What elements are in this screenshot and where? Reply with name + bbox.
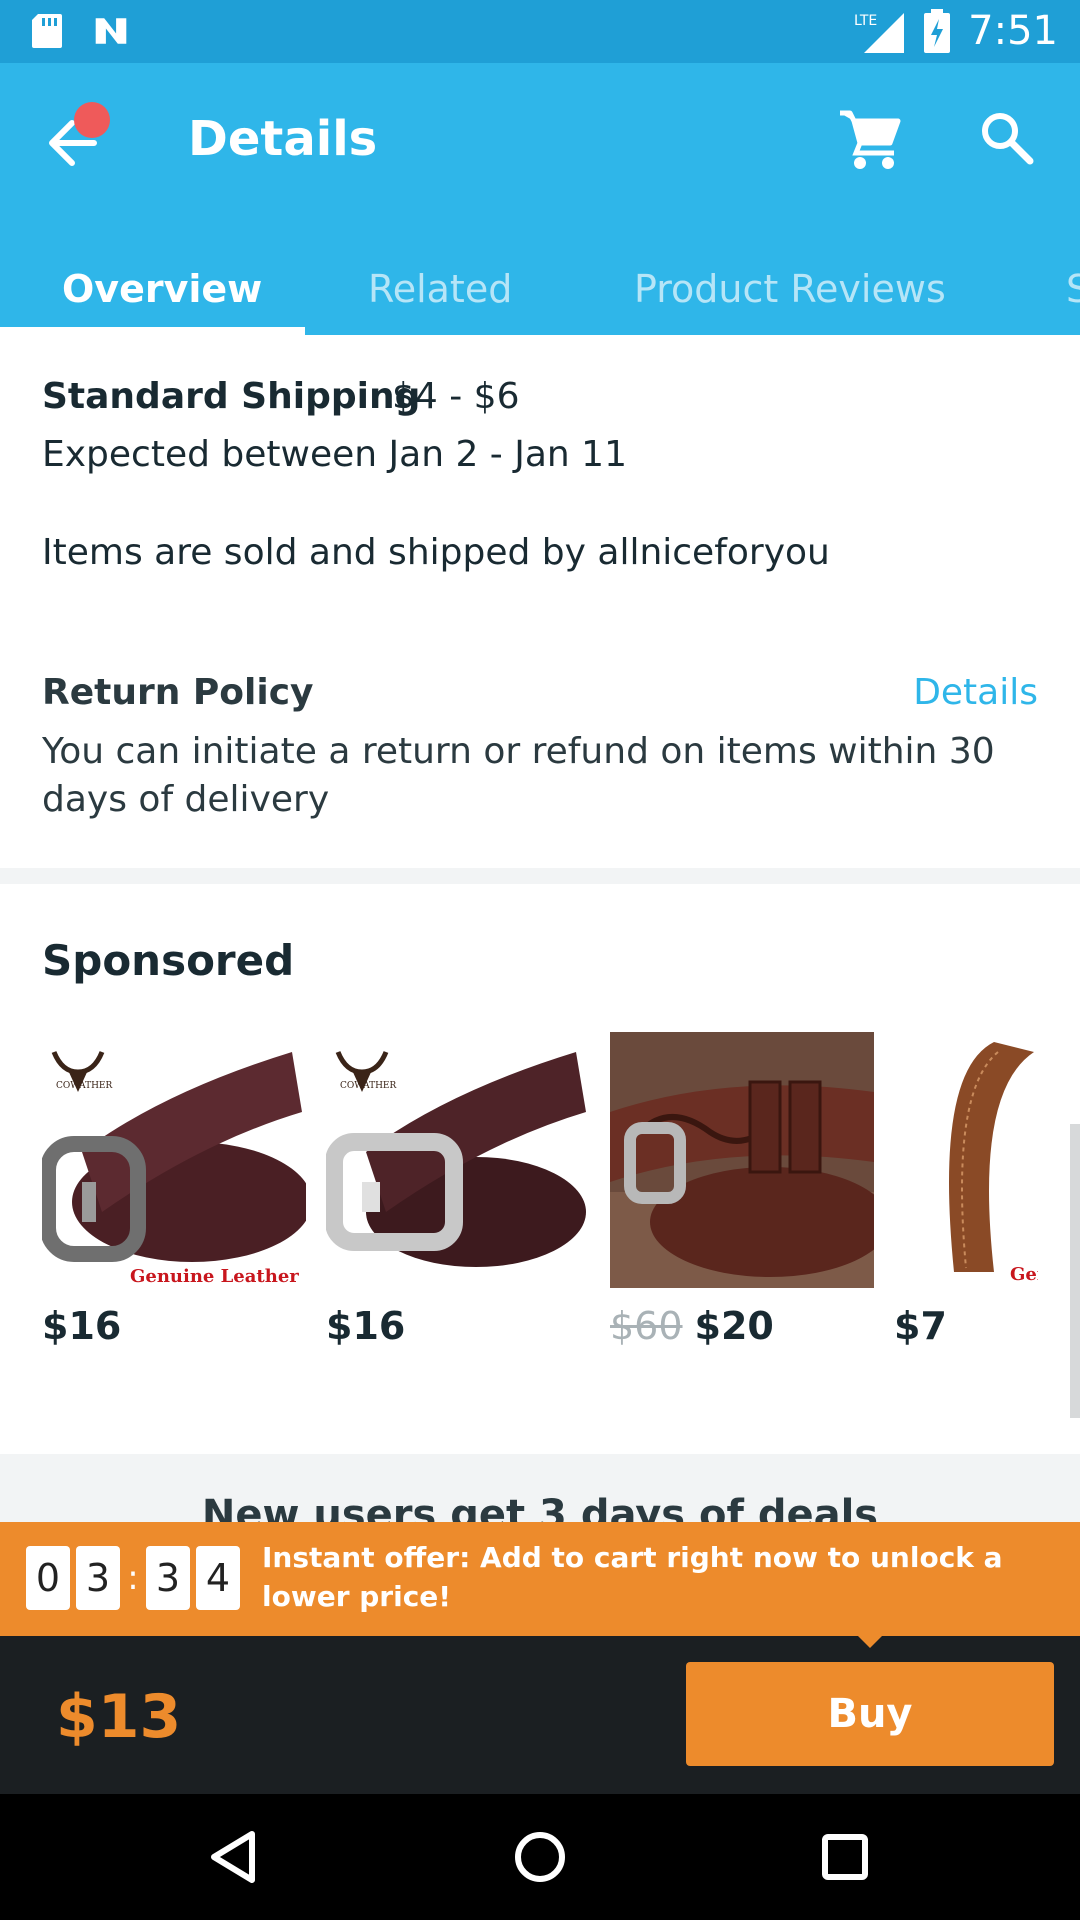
return-policy-details-link[interactable]: Details xyxy=(913,672,1038,713)
tab-product-reviews[interactable]: Product Reviews xyxy=(634,243,946,335)
svg-text:COWATHER: COWATHER xyxy=(56,1081,112,1091)
product-price-1: $16 xyxy=(42,1304,122,1348)
instant-offer-banner[interactable]: 0 3 : 3 4 Instant offer: Add to cart rig… xyxy=(0,1522,1080,1636)
offer-text: Instant offer: Add to cart right now to … xyxy=(262,1541,1003,1613)
offer-pointer xyxy=(854,1632,886,1648)
shipping-price: $4 - $6 xyxy=(392,376,520,417)
timer-digit: 4 xyxy=(196,1546,240,1610)
return-policy-body: You can initiate a return or refund on i… xyxy=(42,731,995,820)
buy-button[interactable]: Buy xyxy=(686,1662,1054,1766)
scrollbar[interactable] xyxy=(1070,1124,1080,1418)
item-price: $13 xyxy=(56,1682,182,1752)
battery-charging-icon xyxy=(924,9,951,53)
timer-separator: : xyxy=(127,1558,139,1598)
sponsored-product-3[interactable] xyxy=(610,1032,874,1288)
product-price-4: $7 xyxy=(894,1304,947,1348)
timer-digit: 3 xyxy=(146,1546,190,1610)
product-price-2: $16 xyxy=(326,1304,406,1348)
clock: 7:51 xyxy=(968,8,1058,54)
nav-recents-icon[interactable] xyxy=(810,1822,880,1892)
sold-by-text: Items are sold and shipped by allnicefor… xyxy=(42,532,830,573)
sponsored-product-4[interactable]: Ger xyxy=(894,1032,1038,1288)
timer-digit: 3 xyxy=(76,1546,120,1610)
product-image[interactable]: COWATHER Genuine Leather xyxy=(42,1032,306,1288)
tab-indicator xyxy=(0,327,305,335)
system-nav-bar xyxy=(0,1794,1080,1920)
shipping-title: Standard Shipping xyxy=(42,376,421,417)
section-divider xyxy=(0,868,1080,884)
product-image[interactable]: Ger xyxy=(894,1032,1038,1288)
shipping-expected-date: Expected between Jan 2 - Jan 11 xyxy=(42,434,627,475)
timer-digit: 0 xyxy=(26,1546,70,1610)
svg-text:COWATHER: COWATHER xyxy=(340,1081,396,1091)
sponsored-title: Sponsored xyxy=(42,936,295,985)
tab-related[interactable]: Related xyxy=(368,243,512,335)
tab-bar: Overview Related Product Reviews S xyxy=(0,243,1080,335)
svg-text:Genuine Leather: Genuine Leather xyxy=(130,1266,299,1287)
svg-text:Ger: Ger xyxy=(1010,1264,1038,1285)
svg-text:LTE: LTE xyxy=(854,13,877,29)
nav-home-icon[interactable] xyxy=(505,1822,575,1892)
sponsored-product-1[interactable]: COWATHER Genuine Leather xyxy=(42,1032,306,1288)
product-old-price: $60 xyxy=(610,1304,683,1348)
product-image[interactable] xyxy=(610,1032,874,1288)
tab-overview[interactable]: Overview xyxy=(62,243,262,335)
product-image[interactable]: COWATHER xyxy=(326,1032,590,1288)
countdown-timer: 0 3 : 3 4 xyxy=(26,1546,246,1610)
cart-icon[interactable] xyxy=(838,107,902,171)
notification-dot xyxy=(74,102,110,138)
sponsored-product-2[interactable]: COWATHER xyxy=(326,1032,590,1288)
product-price-3: $60 $20 xyxy=(610,1304,774,1348)
nav-back-icon[interactable] xyxy=(200,1822,270,1892)
n-notification-icon xyxy=(95,18,127,44)
tab-partial[interactable]: S xyxy=(1066,243,1080,335)
product-sale-price: $20 xyxy=(694,1304,774,1348)
lte-signal-icon: LTE xyxy=(854,13,905,53)
app-bar: Details Overview Related Product Reviews… xyxy=(0,63,1080,335)
page-title: Details xyxy=(188,111,378,167)
sd-card-icon xyxy=(32,14,62,48)
search-icon[interactable] xyxy=(978,109,1034,165)
status-bar: LTE 7:51 xyxy=(0,0,1080,63)
return-policy-title: Return Policy xyxy=(42,672,314,713)
